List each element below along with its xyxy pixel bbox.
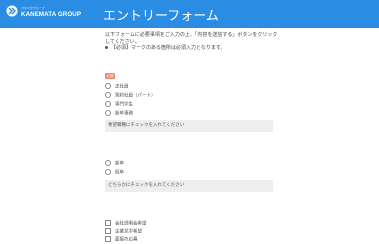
- option-label: 専門学生: [115, 102, 133, 108]
- option-label: 新卒: [115, 161, 124, 167]
- radio-button[interactable]: [105, 110, 111, 116]
- radio-button[interactable]: [105, 160, 111, 166]
- radio-option-4[interactable]: 新卒事務: [105, 110, 133, 117]
- checkbox[interactable]: [105, 228, 111, 234]
- logo-icon: [6, 5, 18, 17]
- radio-option-2[interactable]: 契約社員（パート）: [105, 92, 156, 99]
- checkbox[interactable]: [105, 220, 111, 226]
- checkbox-option-1[interactable]: 会社説明会希望: [105, 220, 147, 227]
- option-label: 新卒事務: [115, 111, 133, 117]
- option-label: 契約社員（パート）: [115, 93, 156, 99]
- checkbox[interactable]: [105, 236, 111, 242]
- checkbox-option-2[interactable]: 企業見学希望: [105, 228, 142, 235]
- option-label: 会社説明会希望: [115, 221, 147, 227]
- required-note-text: 【必須】マークのある箇所は必須入力となります。: [111, 45, 226, 51]
- header-bar: カネマタグループ KANEMATA GROUP エントリーフォーム: [0, 0, 379, 28]
- logo-subtext: カネマタグループ: [21, 6, 45, 10]
- intro-text: 以下フォームに必要事項をご入力の上、「内容を送信する」ボタンをクリックしてくださ…: [105, 32, 278, 45]
- radio-option-3[interactable]: 専門学生: [105, 101, 133, 108]
- type-hint: どちらかにチェックを入れてください: [105, 180, 273, 192]
- employment-hint: 希望職種にチェックを入れてください: [105, 120, 273, 132]
- radio-button[interactable]: [105, 92, 111, 98]
- radio-option-1[interactable]: 正社員: [105, 83, 129, 90]
- page-title: エントリーフォーム: [103, 9, 219, 24]
- logo-text: KANEMATA GROUP: [21, 11, 82, 18]
- option-label: 既卒: [115, 170, 124, 176]
- option-label: 企業見学希望: [115, 229, 142, 235]
- bullet-icon: [105, 46, 108, 49]
- radio-option-new-grad[interactable]: 新卒: [105, 160, 124, 167]
- radio-button[interactable]: [105, 101, 111, 107]
- required-note: 【必須】マークのある箇所は必須入力となります。: [105, 45, 225, 52]
- required-badge: 必須: [105, 73, 115, 79]
- radio-button[interactable]: [105, 169, 111, 175]
- option-label: 正社員: [115, 84, 129, 90]
- radio-button[interactable]: [105, 83, 111, 89]
- checkbox-option-3[interactable]: 面接の応募: [105, 236, 138, 243]
- radio-option-graduated[interactable]: 既卒: [105, 169, 124, 176]
- option-label: 面接の応募: [115, 237, 138, 243]
